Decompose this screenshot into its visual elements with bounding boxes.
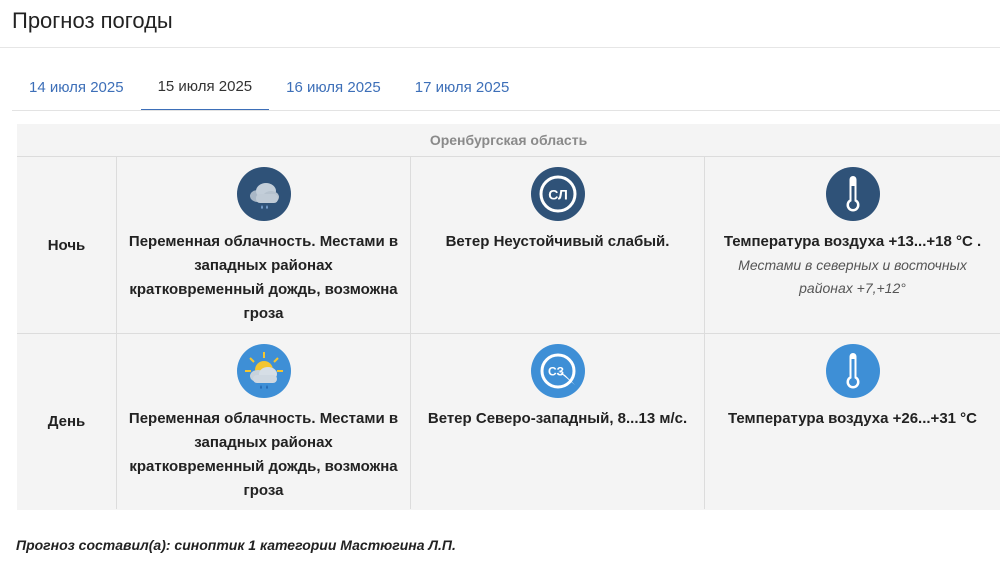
temperature-value: Температура воздуха +26...+31 °C	[727, 410, 978, 427]
tab-date-4[interactable]: 17 июля 2025	[398, 63, 527, 111]
thermometer-icon	[825, 167, 880, 221]
forecast-row-night: Ночь Переменная облачность. Местами в за…	[17, 156, 1000, 333]
cloud-rain-icon	[236, 167, 291, 221]
page-title: Прогноз погоды	[12, 8, 173, 33]
thermometer-icon	[825, 344, 880, 398]
tabs-divider	[12, 110, 1000, 111]
sun-cloud-rain-icon	[236, 344, 291, 398]
wind-direction-icon: СЛ	[530, 167, 585, 221]
date-tabs: 14 июля 2025 15 июля 2025 16 июля 2025 1…	[12, 63, 526, 111]
wind-direction-icon: СЗ	[530, 344, 585, 398]
forecast-row-day: День Переменная облачность. Местами в за…	[17, 333, 1000, 509]
sky-cell: Переменная облачность. Местами в западны…	[117, 157, 411, 333]
forecast-table: Ночь Переменная облачность. Местами в за…	[17, 156, 1000, 509]
region-forecast: Оренбургская область Ночь Переменная обл…	[17, 124, 1000, 510]
tab-date-2[interactable]: 15 июля 2025	[140, 63, 270, 111]
tab-date-3[interactable]: 16 июля 2025	[269, 63, 398, 111]
wind-code: СЛ	[548, 187, 568, 203]
wind-code: СЗ	[547, 365, 563, 379]
wind-description: Ветер Неустойчивый слабый.	[445, 233, 670, 250]
wind-cell: СЛ Ветер Неустойчивый слабый.	[411, 157, 705, 333]
temp-cell: Температура воздуха +13...+18 °C . Места…	[705, 157, 1000, 333]
sky-cell: Переменная облачность. Местами в западны…	[117, 334, 411, 509]
wind-cell: СЗ Ветер Северо-западный, 8...13 м/с.	[411, 334, 705, 509]
period-label: День	[17, 334, 117, 509]
sky-description: Переменная облачность. Местами в западны…	[128, 233, 399, 322]
temperature-value: Температура воздуха +13...+18 °C .	[723, 233, 982, 250]
wind-description: Ветер Северо-западный, 8...13 м/с.	[427, 410, 688, 427]
forecast-author: Прогноз составил(а): синоптик 1 категори…	[16, 537, 456, 553]
temp-cell: Температура воздуха +26...+31 °C	[705, 334, 1000, 509]
period-label: Ночь	[17, 157, 117, 333]
sky-description: Переменная облачность. Местами в западны…	[128, 410, 399, 499]
title-divider	[0, 47, 1000, 48]
tab-date-1[interactable]: 14 июля 2025	[12, 63, 141, 111]
temperature-note: Местами в северных и восточных районах +…	[738, 257, 967, 296]
region-name: Оренбургская область	[429, 132, 588, 148]
